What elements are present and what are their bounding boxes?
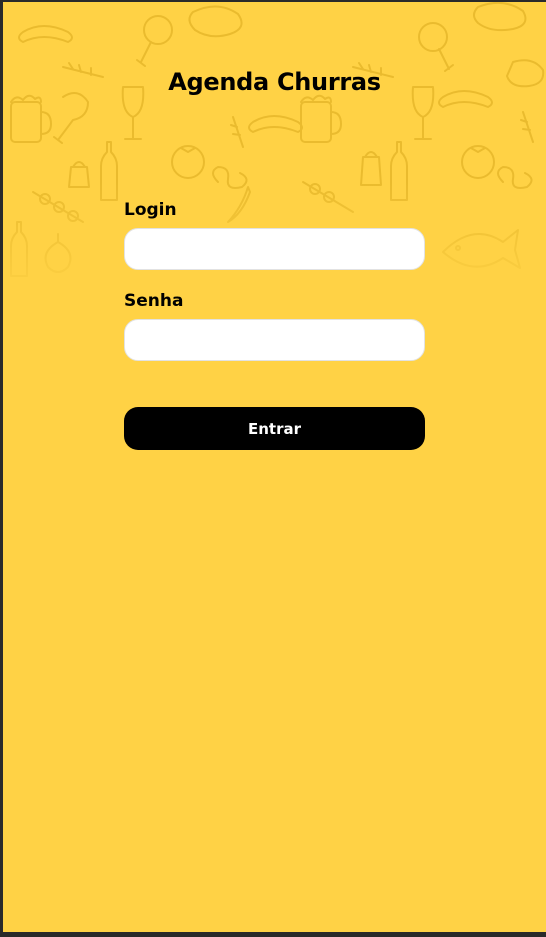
senha-label: Senha	[124, 291, 184, 311]
entrar-button[interactable]: Entrar	[124, 407, 425, 450]
login-input[interactable]	[124, 228, 425, 270]
page-title: Agenda Churras	[168, 68, 381, 96]
login-label: Login	[124, 200, 177, 220]
senha-input[interactable]	[124, 319, 425, 361]
login-screen: Agenda Churras Login Senha Entrar	[3, 2, 546, 932]
